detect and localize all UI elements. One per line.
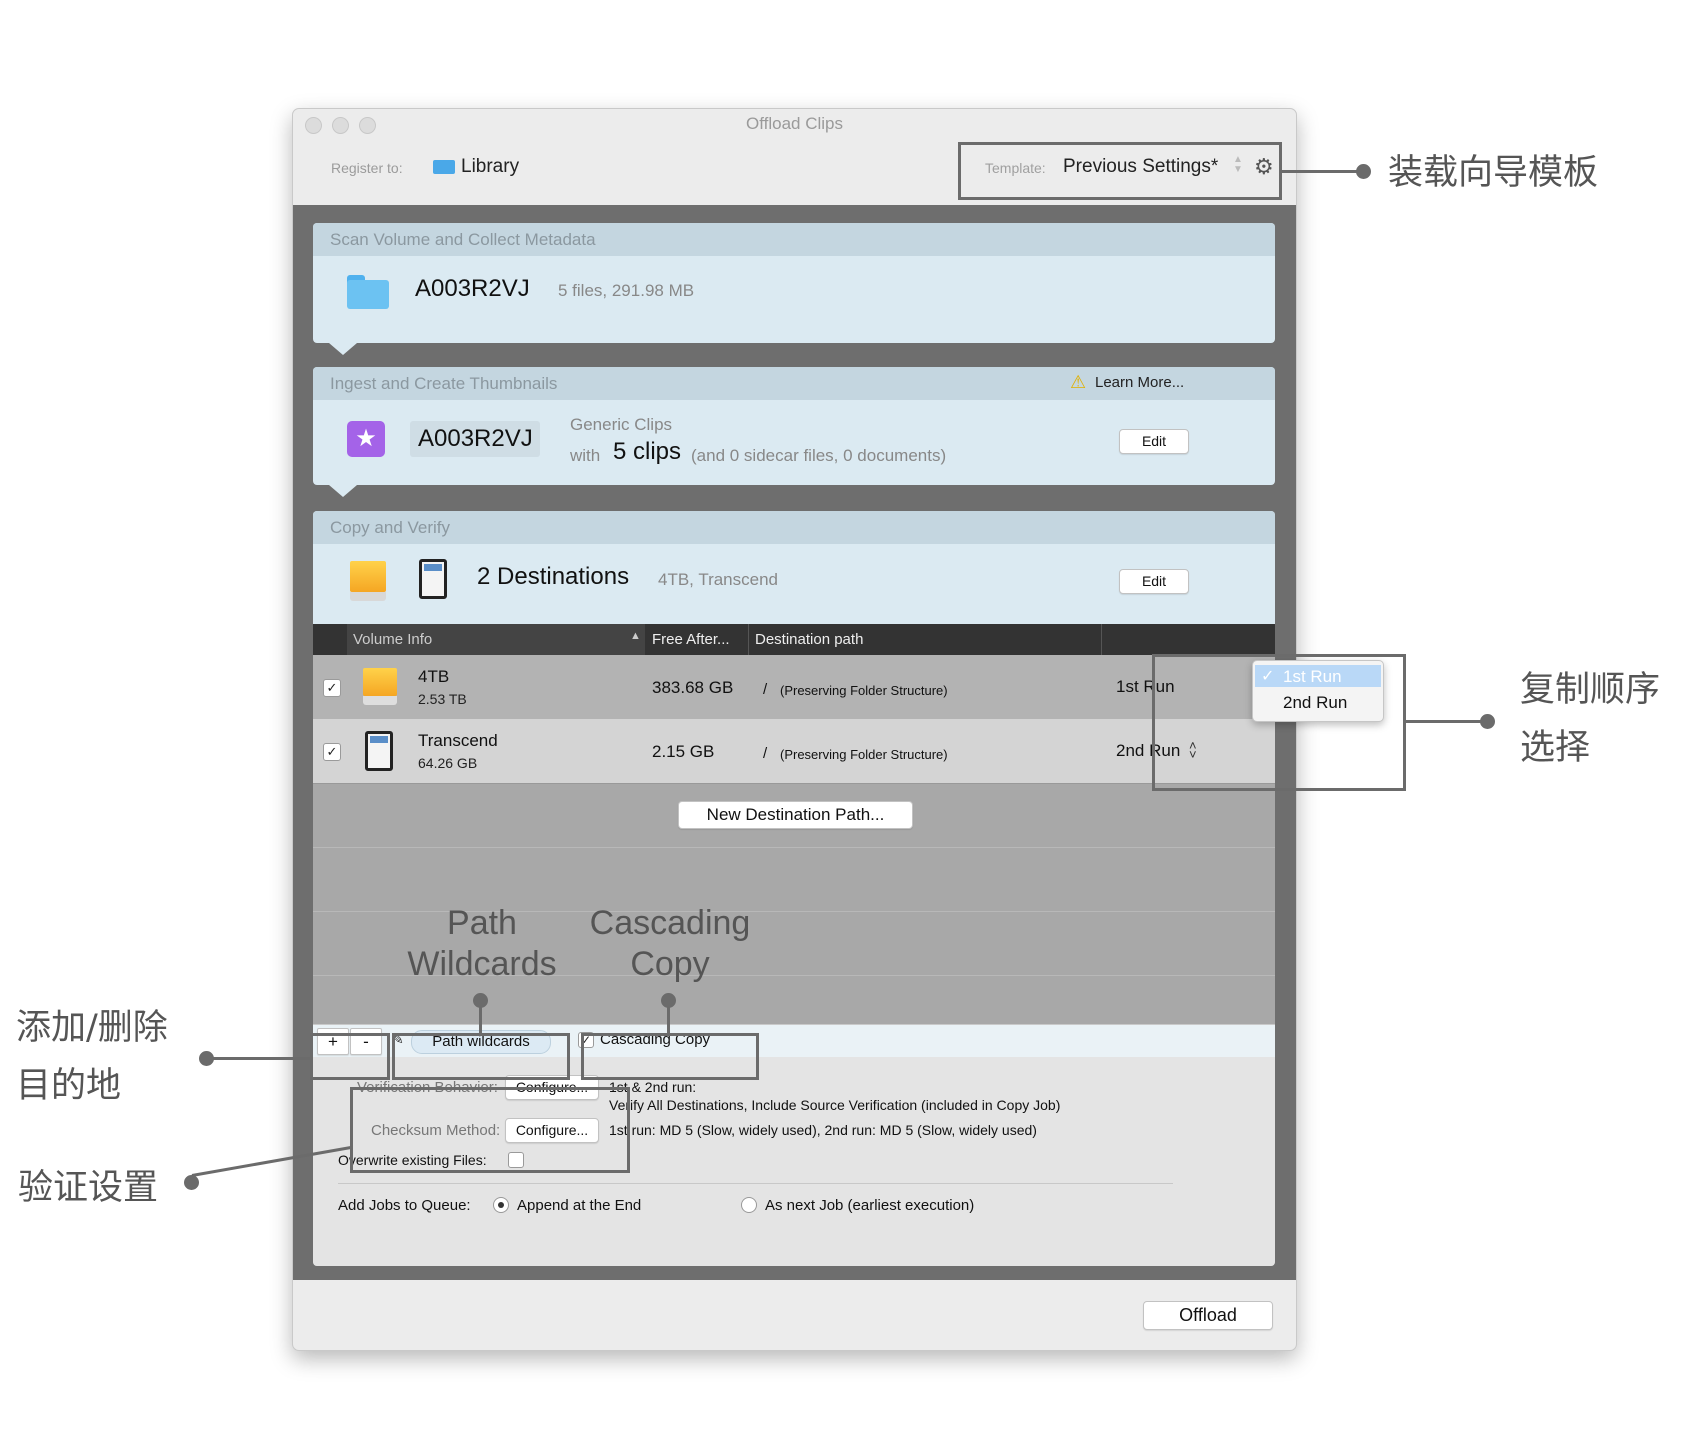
scan-info: 5 files, 291.98 MB [558, 281, 695, 300]
table-row[interactable]: ✓ 4TB 2.53 TB 383.68 GB / (Preserving Fo… [313, 655, 1275, 719]
annotation-verify: 验证设置 [18, 1168, 159, 1208]
destination-name: Transcend [418, 731, 498, 750]
destination-checkbox[interactable]: ✓ [323, 679, 341, 697]
queue-append-label: Append at the End [517, 1197, 642, 1214]
destination-table-header: Volume Info ▲ Free After... Destination … [313, 624, 1275, 655]
run-order-highlight [1152, 654, 1406, 791]
verification-line-2: Verify All Destinations, Include Source … [609, 1097, 1061, 1113]
queue-append-radio[interactable] [493, 1197, 509, 1213]
queue-label: Add Jobs to Queue: [338, 1197, 471, 1214]
zoom-window-button[interactable] [359, 117, 376, 134]
minimize-window-button[interactable] [332, 117, 349, 134]
column-destination-path[interactable]: Destination path [755, 631, 863, 648]
annotation-add-remove-line2: 目的地 [16, 1066, 122, 1106]
annotation-cascading-copy: Cascading Copy [589, 904, 751, 983]
ingest-name: A003R2VJ [418, 425, 533, 452]
column-volume-info[interactable]: Volume Info ▲ [347, 624, 645, 655]
close-window-button[interactable] [305, 117, 322, 134]
table-row[interactable]: ✓ Transcend 64.26 GB 2.15 GB / (Preservi… [313, 719, 1275, 783]
learn-more-label: Learn More... [1095, 374, 1185, 391]
scan-header: Scan Volume and Collect Metadata [313, 223, 1275, 256]
folder-icon [347, 275, 389, 309]
destination-free-after: 383.68 GB [652, 678, 734, 697]
warning-icon: ⚠ [1070, 372, 1087, 392]
copy-edit-button[interactable]: Edit [1119, 569, 1189, 594]
cascading-copy-highlight [581, 1033, 759, 1080]
annotation-add-remove-line1: 添加/删除 [16, 1008, 168, 1048]
annotation-template: 装载向导模板 [1388, 153, 1599, 193]
register-value: Library [461, 156, 520, 177]
annotation-order-line1: 复制顺序 [1520, 670, 1661, 710]
ingest-with-label: with [570, 446, 601, 465]
scan-panel: Scan Volume and Collect Metadata A003R2V… [313, 223, 1275, 343]
ingest-name-box: A003R2VJ [410, 421, 540, 457]
scan-volume-name: A003R2VJ [415, 275, 530, 302]
window-title: Offload Clips [745, 114, 843, 133]
ingest-clips-count: 5 clips [613, 438, 682, 465]
destination-path-note: (Preserving Folder Structure) [780, 747, 948, 762]
destination-path[interactable]: / [763, 681, 767, 698]
checksum-text: 1st run: MD 5 (Slow, widely used), 2nd r… [609, 1122, 1037, 1138]
destination-size: 2.53 TB [418, 691, 467, 707]
star-icon: ★ [347, 421, 385, 457]
sd-card-icon [419, 559, 447, 599]
ingest-edit-button[interactable]: Edit [1119, 429, 1189, 454]
copy-info: 4TB, Transcend [658, 570, 779, 589]
sort-ascending-icon: ▲ [630, 630, 641, 642]
add-remove-highlight [310, 1033, 390, 1080]
sd-card-icon [365, 731, 393, 771]
chevron-down-icon [329, 343, 357, 355]
queue-next-radio[interactable] [741, 1197, 757, 1213]
annotation-path-wildcards: Path Wildcards [407, 904, 557, 983]
register-label: Register to: [331, 160, 403, 176]
new-destination-path-button[interactable]: New Destination Path... [678, 801, 913, 829]
orange-drive-icon [350, 561, 386, 601]
destination-free-after: 2.15 GB [652, 742, 715, 761]
offload-button[interactable]: Offload [1143, 1301, 1273, 1330]
path-wildcards-highlight [392, 1033, 570, 1080]
queue-next-label: As next Job (earliest execution) [765, 1197, 975, 1214]
folder-icon [433, 160, 455, 174]
chevron-down-icon [329, 485, 357, 497]
ingest-details: (and 0 sidecar files, 0 documents) [691, 446, 947, 465]
destination-checkbox[interactable]: ✓ [323, 743, 341, 761]
destination-path-note: (Preserving Folder Structure) [780, 683, 948, 698]
destination-size: 64.26 GB [418, 755, 478, 771]
verification-highlight [350, 1087, 630, 1173]
template-highlight [958, 142, 1282, 200]
copy-destinations-title: 2 Destinations [477, 563, 630, 590]
column-free-after[interactable]: Free After... [652, 631, 730, 648]
orange-drive-icon [363, 668, 397, 706]
ingest-panel: Ingest and Create Thumbnails ⚠ Learn Mor… [313, 367, 1275, 485]
destination-name: 4TB [418, 667, 450, 686]
destination-path[interactable]: / [763, 745, 767, 762]
copy-header: Copy and Verify [313, 511, 1275, 544]
annotation-order-line2: 选择 [1520, 728, 1591, 768]
ingest-type: Generic Clips [570, 415, 673, 434]
